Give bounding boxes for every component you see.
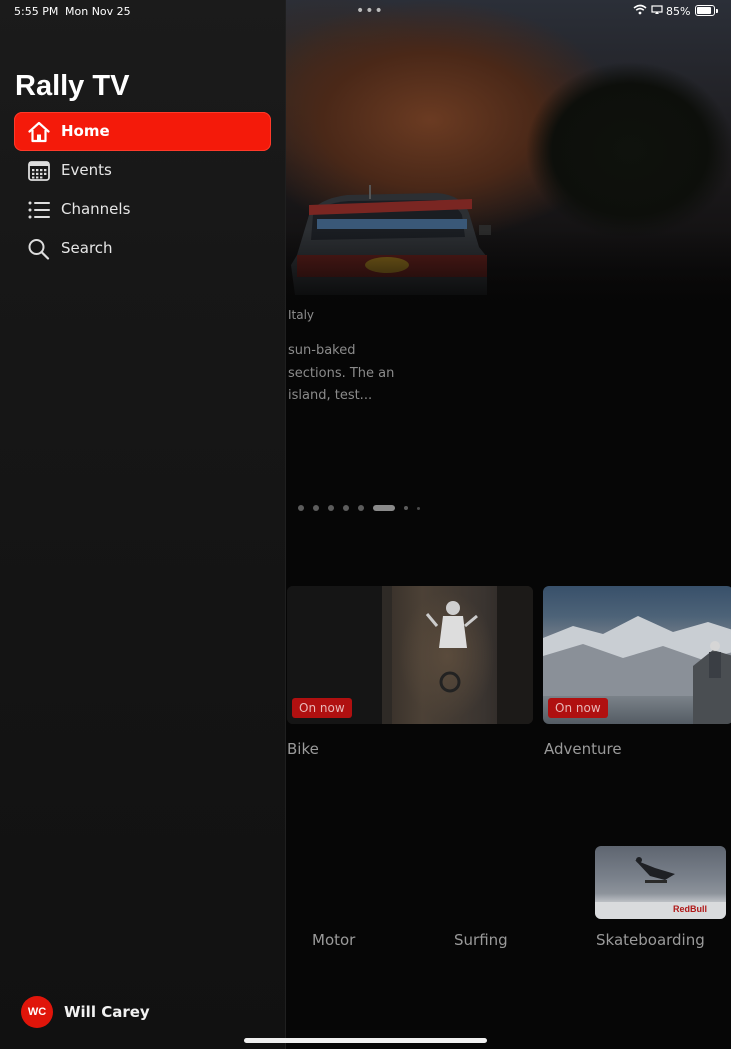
hero-country: Italy	[288, 308, 315, 322]
wifi-icon	[633, 4, 647, 15]
sidebar-nav: Home Events Channels Search	[14, 112, 271, 268]
search-icon	[26, 238, 52, 260]
sidebar-item-label: Home	[61, 122, 110, 140]
status-date: Mon Nov 25	[65, 5, 131, 18]
sidebar-item-label: Channels	[61, 200, 131, 218]
list-icon	[26, 199, 52, 221]
status-bar: 5:55 PM Mon Nov 25 ••• 85%	[0, 0, 731, 24]
page-dot[interactable]	[313, 505, 319, 511]
status-time: 5:55 PM	[14, 5, 59, 18]
category-skateboarding[interactable]: Skateboarding	[596, 931, 705, 949]
home-indicator[interactable]	[244, 1038, 487, 1043]
svg-text:RedBull: RedBull	[673, 904, 707, 914]
category-surfing[interactable]: Surfing	[454, 931, 508, 949]
page-dot[interactable]	[404, 506, 408, 510]
live-card-bike[interactable]: On now	[287, 586, 533, 724]
avatar: WC	[21, 996, 53, 1028]
multitasking-dots-icon[interactable]: •••	[356, 3, 384, 19]
home-icon	[26, 121, 52, 143]
battery-percentage: 85%	[666, 5, 691, 18]
live-card-title-adventure: Adventure	[544, 740, 622, 758]
app-title: Rally TV	[15, 70, 130, 102]
screen-mirroring-icon	[651, 5, 663, 14]
sidebar: Rally TV Home Events Channels Search WC …	[0, 0, 286, 1049]
category-skateboarding-thumbnail[interactable]: RedBull	[595, 846, 726, 919]
page-dot[interactable]	[343, 505, 349, 511]
live-card-adventure[interactable]: On now	[543, 586, 731, 724]
on-now-badge: On now	[292, 698, 352, 718]
profile-name: Will Carey	[64, 1003, 150, 1021]
on-now-badge: On now	[548, 698, 608, 718]
skateboard-image: RedBull	[595, 857, 726, 919]
sidebar-item-search[interactable]: Search	[14, 229, 271, 268]
sidebar-item-events[interactable]: Events	[14, 151, 271, 190]
battery-icon	[695, 5, 718, 16]
user-profile[interactable]: WC Will Carey	[21, 996, 150, 1028]
live-card-title-bike: Bike	[287, 740, 319, 758]
sidebar-item-channels[interactable]: Channels	[14, 190, 271, 229]
hero-page-indicator[interactable]	[298, 503, 420, 513]
category-motor[interactable]: Motor	[312, 931, 355, 949]
sidebar-item-label: Search	[61, 239, 113, 257]
page-dot[interactable]	[417, 506, 420, 510]
page-dot[interactable]	[328, 505, 334, 511]
hero-description: sun-baked sections. The an island, test.…	[288, 343, 395, 403]
page-dot-active[interactable]	[373, 505, 395, 511]
page-dot[interactable]	[358, 505, 364, 511]
sidebar-item-label: Events	[61, 161, 112, 179]
page-dot[interactable]	[298, 505, 304, 511]
calendar-icon	[26, 160, 52, 182]
sidebar-item-home[interactable]: Home	[14, 112, 271, 151]
